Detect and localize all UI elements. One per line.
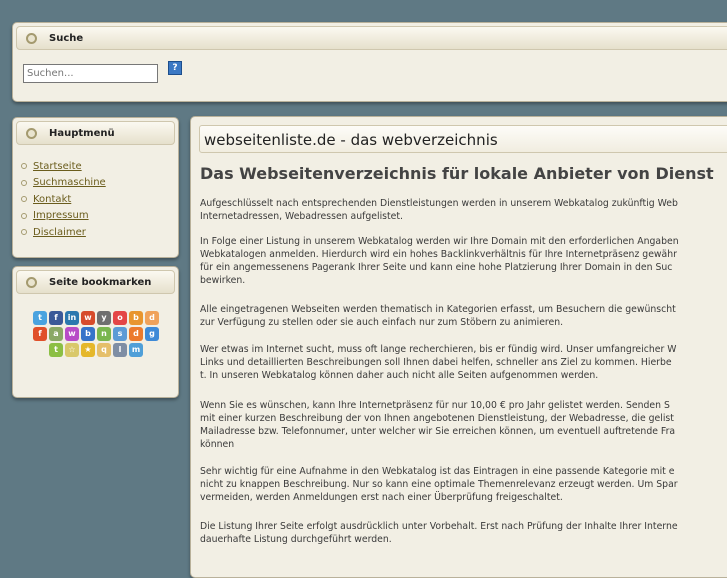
paragraph-line: bewirken. — [200, 275, 246, 286]
search-bubble-icon[interactable]: q — [97, 343, 111, 357]
bookmark-panel-header: Seite bookmarken — [16, 270, 175, 294]
linkarena-icon[interactable]: a — [49, 327, 63, 341]
menu-link-disclaimer[interactable]: Disclaimer — [33, 227, 86, 238]
live-icon[interactable]: l — [113, 343, 127, 357]
google-icon[interactable]: g — [145, 327, 159, 341]
paragraph-line: In Folge einer Listung in unserem Webkat… — [200, 236, 679, 247]
twitter-icon[interactable]: t — [33, 311, 47, 325]
linkedin-icon[interactable]: in — [65, 311, 79, 325]
menu-item-impressum: Impressum — [21, 208, 106, 225]
folkd-icon[interactable]: f — [33, 327, 47, 341]
star-icon[interactable]: ★ — [81, 343, 95, 357]
menu-bullet-icon — [21, 196, 27, 203]
menu-bullet-icon — [21, 179, 27, 186]
menu-link-kontakt[interactable]: Kontakt — [33, 194, 71, 205]
stumbleupon-icon[interactable]: s — [113, 327, 127, 341]
paragraph-line: Mailadresse bzw. Telefonnumer, unter wel… — [200, 426, 676, 437]
main-menu-list: Startseite Suchmaschine Kontakt Impressu… — [21, 158, 106, 241]
mister-wong-icon[interactable]: w — [81, 311, 95, 325]
misc-icon[interactable]: m — [129, 343, 143, 357]
search-help-icon[interactable]: ? — [168, 61, 182, 75]
paragraph-line: dauerhafte Listung durchgeführt werden. — [200, 534, 392, 545]
paragraph-3: Alle eingetragenen Webseiten werden them… — [200, 303, 727, 329]
menu-item-disclaimer: Disclaimer — [21, 224, 106, 241]
oneview-icon[interactable]: o — [113, 311, 127, 325]
webnews-icon[interactable]: w — [65, 327, 79, 341]
menu-bullet-icon — [21, 163, 27, 170]
search-panel-header: Suche — [16, 26, 727, 50]
paragraph-line: Die Listung Ihrer Seite erfolgt ausdrück… — [200, 521, 678, 532]
menu-bullet-icon — [21, 229, 27, 236]
site-title-box: webseitenliste.de - das webverzeichnis — [199, 125, 727, 153]
paragraph-line: für ein angemessenens Pagerank Ihrer Sei… — [200, 262, 673, 273]
search-panel-title: Suche — [49, 32, 84, 44]
technorati-icon[interactable]: t — [49, 343, 63, 357]
paragraph-line: Links und detaillierten Beschreibungen s… — [200, 357, 672, 368]
paragraph-line: Sehr wichtig für eine Aufnahme in den We… — [200, 466, 675, 477]
bookmark-icon-grid: t f in w y o b d f a w b n s d g t ☆ ★ q l m — [29, 311, 163, 357]
panel-bullet-icon — [26, 32, 37, 44]
content-panel: webseitenliste.de - das webverzeichnis D… — [190, 116, 727, 578]
paragraph-1: Aufgeschlüsselt nach entsprechenden Dien… — [200, 197, 727, 223]
bookmark-panel: Seite bookmarken t f in w y o b d f a w b n s d g t ☆ ★ q l m — [12, 266, 179, 398]
paragraph-4: Wer etwas im Internet sucht, muss oft la… — [200, 343, 727, 382]
newsvine-icon[interactable]: n — [97, 327, 111, 341]
menu-link-impressum[interactable]: Impressum — [33, 210, 89, 221]
site-title: webseitenliste.de - das webverzeichnis — [204, 131, 498, 149]
facebook-icon[interactable]: f — [49, 311, 63, 325]
paragraph-line: zur Verfügung zu stellen oder sie auch e… — [200, 317, 564, 328]
main-menu-header: Hauptmenü — [16, 121, 175, 145]
paragraph-line: vermeiden, werden Anmeldungen erst nach … — [200, 492, 563, 503]
bookmarks-icon[interactable]: b — [129, 311, 143, 325]
delicious-icon[interactable]: d — [145, 311, 159, 325]
article-title: Das Webseitenverzeichnis für lokale Anbi… — [200, 164, 714, 183]
panel-bullet-icon — [26, 276, 37, 288]
paragraph-line: mit einer kurzen Beschreibung der von Ih… — [200, 413, 674, 424]
paragraph-line: Alle eingetragenen Webseiten werden them… — [200, 304, 676, 315]
paragraph-line: Webkatalogen anmelden. Hierdurch wird ei… — [200, 249, 677, 260]
paragraph-line: nicht zu knappen Beschreibung. Nur so ka… — [200, 479, 678, 490]
main-menu-title: Hauptmenü — [49, 127, 115, 139]
paragraph-2: In Folge einer Listung in unserem Webkat… — [200, 235, 727, 287]
favorite-star-icon[interactable]: ☆ — [65, 343, 79, 357]
search-input[interactable] — [23, 64, 158, 83]
menu-link-suchmaschine[interactable]: Suchmaschine — [33, 177, 106, 188]
yigg-icon[interactable]: y — [97, 311, 111, 325]
paragraph-5: Wenn Sie es wünschen, kann Ihre Internet… — [200, 399, 727, 451]
digg-icon[interactable]: d — [129, 327, 143, 341]
menu-link-startseite[interactable]: Startseite — [33, 161, 82, 172]
paragraph-line: Internetadressen, Webadressen aufgeliste… — [200, 211, 403, 222]
paragraph-7: Die Listung Ihrer Seite erfolgt ausdrück… — [200, 520, 727, 546]
search-panel: Suche ? — [12, 22, 727, 102]
panel-bullet-icon — [26, 127, 37, 139]
bookmark-panel-title: Seite bookmarken — [49, 276, 152, 288]
paragraph-6: Sehr wichtig für eine Aufnahme in den We… — [200, 465, 727, 504]
menu-item-startseite: Startseite — [21, 158, 106, 175]
blinklist-icon[interactable]: b — [81, 327, 95, 341]
paragraph-line: Aufgeschlüsselt nach entsprechenden Dien… — [200, 198, 678, 209]
main-menu-panel: Hauptmenü Startseite Suchmaschine Kontak… — [12, 117, 179, 258]
paragraph-line: können — [200, 439, 235, 450]
menu-item-suchmaschine: Suchmaschine — [21, 175, 106, 192]
paragraph-line: Wer etwas im Internet sucht, muss oft la… — [200, 344, 677, 355]
paragraph-line: Wenn Sie es wünschen, kann Ihre Internet… — [200, 400, 670, 411]
menu-bullet-icon — [21, 212, 27, 219]
menu-item-kontakt: Kontakt — [21, 191, 106, 208]
paragraph-line: t. In unseren Webkatalog können daher au… — [200, 370, 599, 381]
